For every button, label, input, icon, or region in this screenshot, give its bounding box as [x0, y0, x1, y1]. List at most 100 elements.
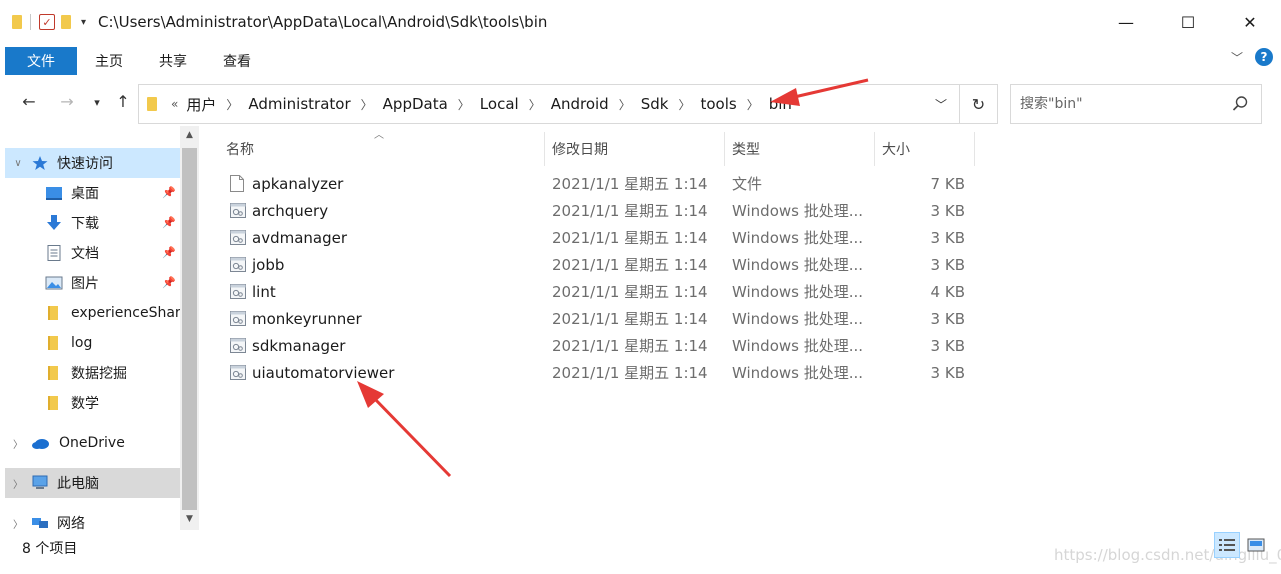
breadcrumb-separator-icon[interactable]: 〉: [220, 96, 244, 113]
breadcrumb-separator-icon[interactable]: 〉: [523, 96, 547, 113]
sidebar-item-network[interactable]: 〉 网络: [5, 508, 180, 530]
sidebar-item-downloads[interactable]: 下载 📌: [5, 208, 180, 238]
help-icon[interactable]: ?: [1255, 48, 1273, 66]
up-arrow-icon[interactable]: ↑: [112, 92, 134, 111]
batch-file-icon: [230, 284, 246, 299]
search-icon[interactable]: [1231, 95, 1249, 113]
blank-file-icon: [230, 175, 244, 192]
sidebar-item-onedrive[interactable]: 〉 OneDrive: [5, 428, 180, 458]
pin-icon[interactable]: 📌: [162, 246, 176, 259]
file-size: 3 KB: [930, 309, 965, 328]
sidebar-item-documents[interactable]: 文档 📌: [5, 238, 180, 268]
pin-icon[interactable]: 📌: [162, 276, 176, 289]
table-row[interactable]: lint 2021/1/1 星期五 1:14 Windows 批处理... 4 …: [222, 278, 982, 305]
table-row[interactable]: jobb 2021/1/1 星期五 1:14 Windows 批处理... 3 …: [222, 251, 982, 278]
table-row[interactable]: uiautomatorviewer 2021/1/1 星期五 1:14 Wind…: [222, 359, 982, 386]
maximize-button[interactable]: ☐: [1157, 0, 1219, 44]
file-date: 2021/1/1 星期五 1:14: [552, 283, 708, 301]
breadcrumb-item-sdk[interactable]: Sdk: [637, 95, 673, 113]
breadcrumb-item-appdata[interactable]: AppData: [379, 95, 452, 113]
breadcrumb-item-bin[interactable]: bin: [765, 95, 796, 113]
expand-chevron-icon[interactable]: 〉: [11, 436, 25, 451]
tab-view[interactable]: 查看: [205, 47, 269, 75]
file-name: archquery: [252, 201, 329, 220]
batch-file-icon: [230, 203, 246, 218]
breadcrumb-separator-icon[interactable]: 〉: [355, 96, 379, 113]
file-name: lint: [252, 282, 276, 301]
back-arrow-icon[interactable]: ←: [18, 92, 40, 111]
recent-locations-chevron-icon[interactable]: ▾: [86, 96, 108, 109]
close-button[interactable]: ✕: [1219, 0, 1281, 44]
navigation-bar: ← → ▾ ↑ « 用户 〉 Administrator 〉 AppData 〉…: [0, 80, 1281, 126]
column-header-size[interactable]: 大小: [876, 132, 972, 166]
new-folder-icon[interactable]: [61, 15, 71, 29]
details-view-icon: [1219, 539, 1235, 551]
breadcrumb-item-administrator[interactable]: Administrator: [244, 95, 354, 113]
column-divider[interactable]: [544, 132, 545, 166]
breadcrumb-item-android[interactable]: Android: [547, 95, 613, 113]
collapse-chevron-icon[interactable]: ∨: [11, 158, 25, 169]
batch-file-icon: [230, 311, 246, 326]
sidebar-item-label: 图片: [71, 276, 99, 292]
file-type: 文件: [732, 175, 763, 193]
sidebar-scrollbar[interactable]: ▲ ▼: [180, 126, 199, 530]
sidebar-item-log[interactable]: log: [5, 328, 180, 358]
breadcrumb-separator-icon[interactable]: 〉: [452, 96, 476, 113]
table-row[interactable]: apkanalyzer 2021/1/1 星期五 1:14 文件 7 KB: [222, 170, 982, 197]
breadcrumb-separator-icon[interactable]: 〉: [741, 96, 765, 113]
search-input[interactable]: [1020, 96, 1220, 112]
pin-icon[interactable]: 📌: [162, 186, 176, 199]
sidebar-item-experienceshare[interactable]: experienceShare: [5, 298, 180, 328]
breadcrumb-separator-icon[interactable]: 〉: [613, 96, 637, 113]
sidebar-item-this-pc[interactable]: 〉 此电脑: [5, 468, 180, 498]
breadcrumb-item-local[interactable]: Local: [476, 95, 523, 113]
toolbar-divider: [30, 14, 31, 30]
breadcrumb-item-users[interactable]: 用户: [182, 94, 220, 115]
file-date: 2021/1/1 星期五 1:14: [552, 337, 708, 355]
table-row[interactable]: monkeyrunner 2021/1/1 星期五 1:14 Windows 批…: [222, 305, 982, 332]
breadcrumb-overflow-icon[interactable]: «: [167, 97, 182, 111]
table-row[interactable]: archquery 2021/1/1 星期五 1:14 Windows 批处理.…: [222, 197, 982, 224]
column-divider[interactable]: [874, 132, 875, 166]
refresh-icon[interactable]: ↻: [959, 85, 997, 123]
file-size: 3 KB: [930, 255, 965, 274]
sidebar-item-quick-access[interactable]: ∨ 快速访问: [5, 148, 180, 178]
scrollbar-thumb[interactable]: [182, 148, 197, 510]
sidebar-item-pictures[interactable]: 图片 📌: [5, 268, 180, 298]
column-divider[interactable]: [724, 132, 725, 166]
column-header-type[interactable]: 类型: [726, 132, 872, 166]
address-history-chevron-icon[interactable]: ﹀: [923, 85, 959, 123]
file-date: 2021/1/1 星期五 1:14: [552, 310, 708, 328]
table-row[interactable]: avdmanager 2021/1/1 星期五 1:14 Windows 批处理…: [222, 224, 982, 251]
scroll-up-arrow-icon[interactable]: ▲: [180, 130, 199, 144]
batch-file-icon: [230, 338, 246, 353]
expand-ribbon-chevron-icon[interactable]: ﹀: [1231, 49, 1243, 66]
column-header-date[interactable]: 修改日期: [546, 132, 724, 166]
table-row[interactable]: sdkmanager 2021/1/1 星期五 1:14 Windows 批处理…: [222, 332, 982, 359]
large-icons-view-button[interactable]: [1243, 532, 1269, 558]
column-divider[interactable]: [974, 132, 975, 166]
minimize-button[interactable]: —: [1095, 0, 1157, 44]
forward-arrow-icon[interactable]: →: [56, 92, 78, 111]
tab-home[interactable]: 主页: [77, 47, 141, 75]
network-icon: [32, 518, 48, 528]
tab-share[interactable]: 共享: [141, 47, 205, 75]
sidebar-item-desktop[interactable]: 桌面 📌: [5, 178, 180, 208]
file-list: ︿ 名称 修改日期 类型 大小 apkanalyzer 2021/1/1 星期五…: [210, 126, 1270, 530]
search-box[interactable]: [1010, 84, 1262, 124]
sidebar-item-data-mining[interactable]: 数据挖掘: [5, 358, 180, 388]
breadcrumb-separator-icon[interactable]: 〉: [672, 96, 696, 113]
customize-toolbar-chevron-icon[interactable]: ▾: [81, 17, 86, 28]
expand-chevron-icon[interactable]: 〉: [11, 516, 25, 531]
scroll-down-arrow-icon[interactable]: ▼: [180, 514, 199, 528]
address-bar[interactable]: « 用户 〉 Administrator 〉 AppData 〉 Local 〉…: [138, 84, 998, 124]
tab-file[interactable]: 文件: [5, 47, 77, 75]
details-view-button[interactable]: [1214, 532, 1240, 558]
column-header-name[interactable]: 名称: [220, 132, 540, 166]
sidebar-item-math[interactable]: 数学: [5, 388, 180, 418]
breadcrumb-item-tools[interactable]: tools: [696, 95, 740, 113]
expand-chevron-icon[interactable]: 〉: [11, 476, 25, 491]
properties-icon[interactable]: ✓: [39, 14, 55, 30]
pin-icon[interactable]: 📌: [162, 216, 176, 229]
